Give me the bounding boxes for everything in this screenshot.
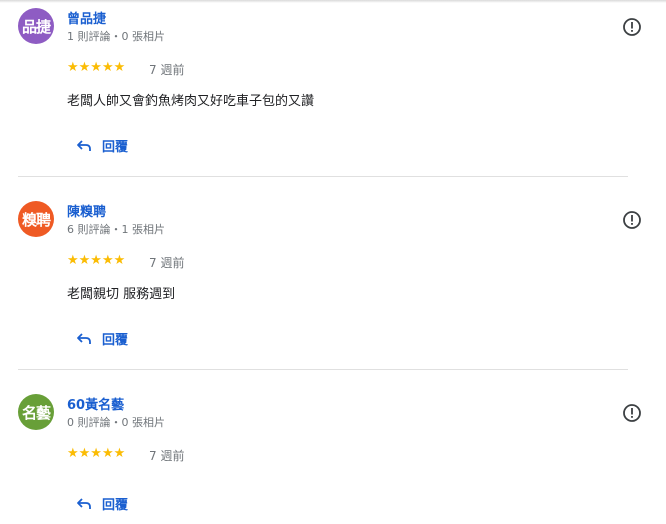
reviewer-meta: 1 則評論・0 張相片: [67, 30, 165, 43]
reply-label: 回覆: [102, 333, 129, 348]
reviewer-meta: 6 則評論・1 張相片: [67, 223, 165, 236]
reply-icon: [77, 139, 91, 151]
reply-icon: [77, 497, 91, 509]
avatar[interactable]: 名藝: [18, 394, 54, 430]
review-time: 7 週前: [149, 449, 185, 463]
alert-circle-icon: [623, 404, 641, 422]
star-rating: ★★★★★: [67, 446, 126, 461]
reviewer-name[interactable]: 曾品捷: [67, 8, 106, 27]
review-time: 7 週前: [149, 256, 185, 270]
avatar[interactable]: 糗聘: [18, 201, 54, 237]
divider: [18, 176, 628, 177]
top-shadow: [0, 0, 666, 3]
reply-label: 回覆: [102, 140, 129, 155]
report-review-button[interactable]: [622, 403, 642, 423]
reply-button[interactable]: 回覆: [76, 136, 128, 155]
alert-circle-icon: [623, 211, 641, 229]
review-time: 7 週前: [149, 63, 185, 77]
reply-label: 回覆: [102, 498, 129, 513]
reviewer-name[interactable]: 60黃名藝: [67, 394, 124, 413]
report-review-button[interactable]: [622, 17, 642, 37]
divider: [18, 369, 628, 370]
star-rating: ★★★★★: [67, 60, 126, 75]
review-text: 老闆親切 服務週到: [67, 287, 176, 302]
reply-icon: [77, 332, 91, 344]
alert-circle-icon: [623, 18, 641, 36]
reply-button[interactable]: 回覆: [76, 494, 128, 513]
report-review-button[interactable]: [622, 210, 642, 230]
avatar[interactable]: 品捷: [18, 8, 54, 44]
reply-button[interactable]: 回覆: [76, 329, 128, 348]
reviewer-meta: 0 則評論・0 張相片: [67, 416, 165, 429]
review-text: 老闆人帥又會釣魚烤肉又好吃車子包的又讚: [67, 94, 315, 109]
star-rating: ★★★★★: [67, 253, 126, 268]
reviewer-name[interactable]: 陳糗聘: [67, 201, 106, 220]
